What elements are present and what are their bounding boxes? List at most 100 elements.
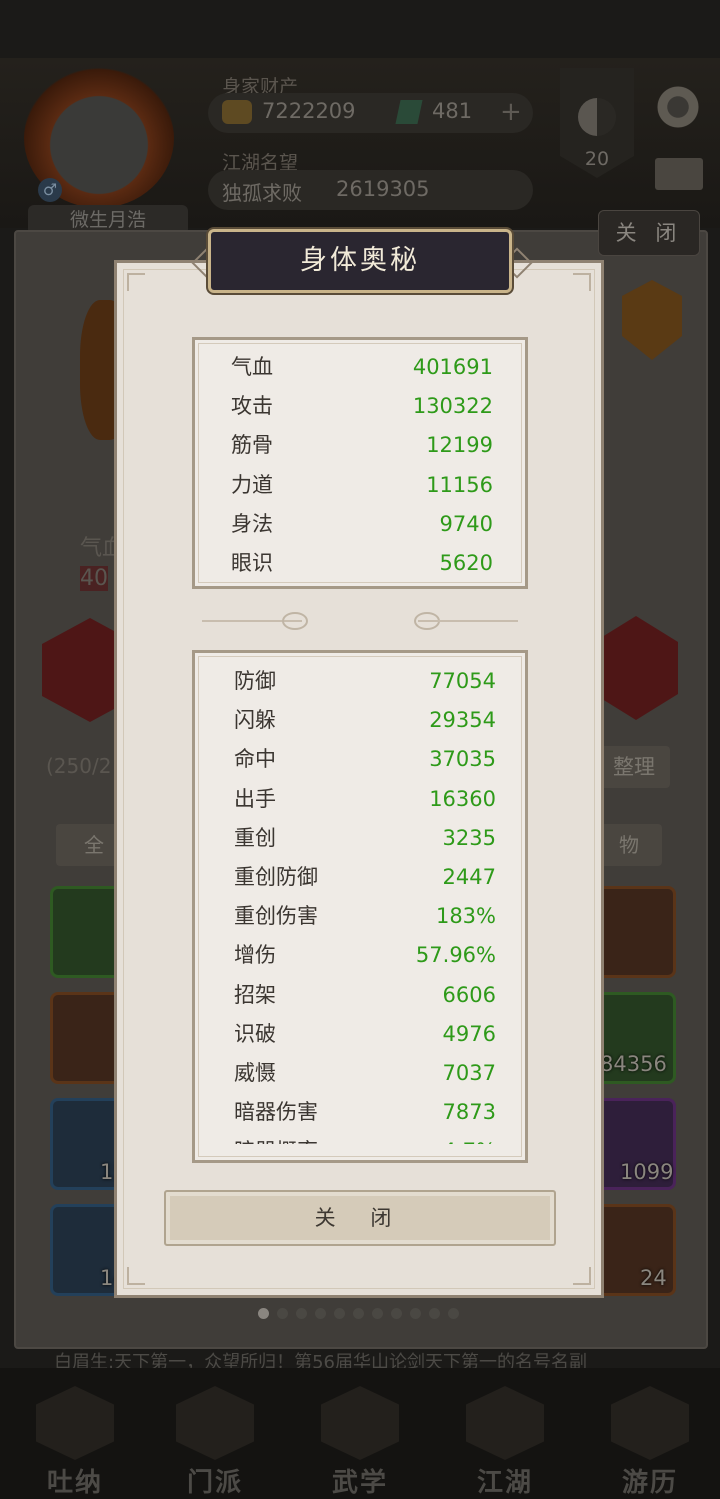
breathing-icon: [36, 1386, 114, 1460]
nav-martial-arts[interactable]: 武学: [305, 1380, 415, 1498]
stat-label: 增伤: [234, 943, 276, 968]
stat-row: 命中 37035: [234, 740, 496, 779]
stat-label: 防御: [234, 669, 276, 693]
corner-ornament: [573, 1267, 591, 1285]
close-button[interactable]: 关 闭: [164, 1190, 556, 1246]
wealth-bar: [208, 93, 533, 133]
nav-sect[interactable]: 门派: [160, 1380, 270, 1498]
gold-ingot-icon: [222, 100, 252, 124]
gear-icon[interactable]: [655, 84, 701, 130]
stat-value: 11156: [426, 472, 493, 497]
page-dot[interactable]: [296, 1308, 307, 1319]
stat-label: 命中: [234, 747, 276, 772]
page-dot[interactable]: [315, 1308, 326, 1319]
combat-stats-scroll[interactable]: 防御 77054 闪躲 29354 命中 37035 出手 16360 重创 3235 重创防御 24…: [198, 656, 522, 1144]
stat-row: 暗器伤害 7873: [234, 1093, 496, 1132]
base-stats-panel: 气血 401691 攻击 130322 筋骨 12199 力道 11156 身法 9740 眼识 56…: [192, 337, 528, 589]
stat-value: 3235: [442, 825, 496, 850]
page-dot[interactable]: [353, 1308, 364, 1319]
sort-button[interactable]: 整理: [598, 746, 670, 788]
add-currency-button[interactable]: +: [500, 97, 522, 127]
page-dot[interactable]: [372, 1308, 383, 1319]
tab-items[interactable]: 物: [596, 824, 662, 866]
stat-row: 气血 401691: [231, 348, 493, 387]
page-dot[interactable]: [334, 1308, 345, 1319]
stat-value: 2447: [442, 865, 496, 889]
stat-value: 6606: [442, 982, 496, 1007]
player-level: 20: [584, 148, 610, 170]
page-dot[interactable]: [391, 1308, 402, 1319]
nav-label: 游历: [621, 1468, 678, 1498]
page-dot[interactable]: [410, 1308, 421, 1319]
nav-breathing[interactable]: 吐纳: [20, 1380, 130, 1498]
nav-label: 江湖: [476, 1468, 533, 1498]
stat-row: 防御 77054: [234, 662, 496, 701]
horse-icon: [611, 1386, 689, 1460]
gold-amount: 7222209: [262, 99, 356, 123]
stat-row: 暗器概率 4.7%: [234, 1132, 496, 1144]
stat-label: 气血: [231, 355, 273, 379]
stat-value: 77054: [429, 669, 496, 693]
jade-amount: 481: [432, 99, 473, 123]
slot-count: 84356: [600, 1052, 667, 1076]
stat-value: 29354: [429, 708, 496, 733]
stat-label: 闪躲: [234, 708, 276, 733]
stat-label: 暗器伤害: [234, 1100, 318, 1125]
hp-value: 40: [80, 566, 108, 591]
page-dot[interactable]: [429, 1308, 440, 1319]
stat-label: 出手: [234, 786, 276, 811]
stat-value: 37035: [429, 747, 496, 772]
male-gender-icon: ♂: [38, 178, 62, 202]
stat-label: 招架: [234, 982, 276, 1007]
stat-row: 增伤 57.96%: [234, 936, 496, 975]
sect-icon: [176, 1386, 254, 1460]
bag-capacity: (250/2: [46, 754, 112, 778]
stat-label: 力道: [231, 472, 273, 497]
stat-row: 重创防御 2447: [234, 858, 496, 897]
dialog-title-plate: 身体奥秘: [208, 229, 512, 293]
divider-line: [418, 620, 518, 622]
nav-jianghu[interactable]: 江湖: [450, 1380, 560, 1498]
stat-row: 识破 4976: [234, 1015, 496, 1054]
stat-row: 筋骨 12199: [231, 426, 493, 465]
stat-row: 重创伤害 183%: [234, 897, 496, 936]
stat-value: 5620: [439, 551, 493, 575]
page-dot[interactable]: [258, 1308, 269, 1319]
stat-row: 眼识 5620: [231, 544, 493, 583]
stat-row: 重创 3235: [234, 819, 496, 858]
corner-ornament: [573, 273, 591, 291]
stat-value: 401691: [412, 355, 493, 379]
stat-row: 出手 16360: [234, 780, 496, 819]
combat-stats-panel[interactable]: 防御 77054 闪躲 29354 命中 37035 出手 16360 重创 3235 重创防御 24…: [192, 650, 528, 1163]
stat-value: 4976: [442, 1021, 496, 1046]
stat-row: 招架 6606: [234, 976, 496, 1015]
slot-count: 24: [640, 1266, 667, 1290]
nav-travel[interactable]: 游历: [595, 1380, 705, 1498]
page-indicator: [258, 1304, 467, 1319]
stat-row: 力道 11156: [231, 466, 493, 505]
stat-label: 攻击: [231, 394, 273, 419]
mail-icon[interactable]: [655, 158, 703, 190]
stat-label: 筋骨: [231, 433, 273, 458]
stat-value: 12199: [426, 433, 493, 458]
stat-row: 威慑 7037: [234, 1054, 496, 1093]
stat-row: 闪躲 29354: [234, 701, 496, 740]
stat-label: 重创伤害: [234, 904, 318, 929]
dialog-title: 身体奥秘: [300, 245, 420, 276]
stat-row: 身法 9740: [231, 505, 493, 544]
stat-value: 7037: [442, 1061, 496, 1085]
stat-label: 威慑: [234, 1061, 276, 1085]
stat-value: 183%: [435, 904, 496, 929]
stat-row: 攻击 130322: [231, 387, 493, 426]
scroll-icon: [321, 1386, 399, 1460]
corner-ornament: [127, 273, 145, 291]
stat-label: 重创: [234, 825, 276, 850]
page-dot[interactable]: [277, 1308, 288, 1319]
nav-label: 门派: [186, 1468, 243, 1498]
stat-value: 130322: [412, 394, 493, 419]
slot-count: 1099: [620, 1160, 674, 1184]
stat-value: 16360: [429, 786, 496, 811]
stat-label: 暗器概率: [234, 1132, 318, 1144]
page-dot[interactable]: [448, 1308, 459, 1319]
panel-close-button[interactable]: 关 闭: [598, 210, 700, 256]
